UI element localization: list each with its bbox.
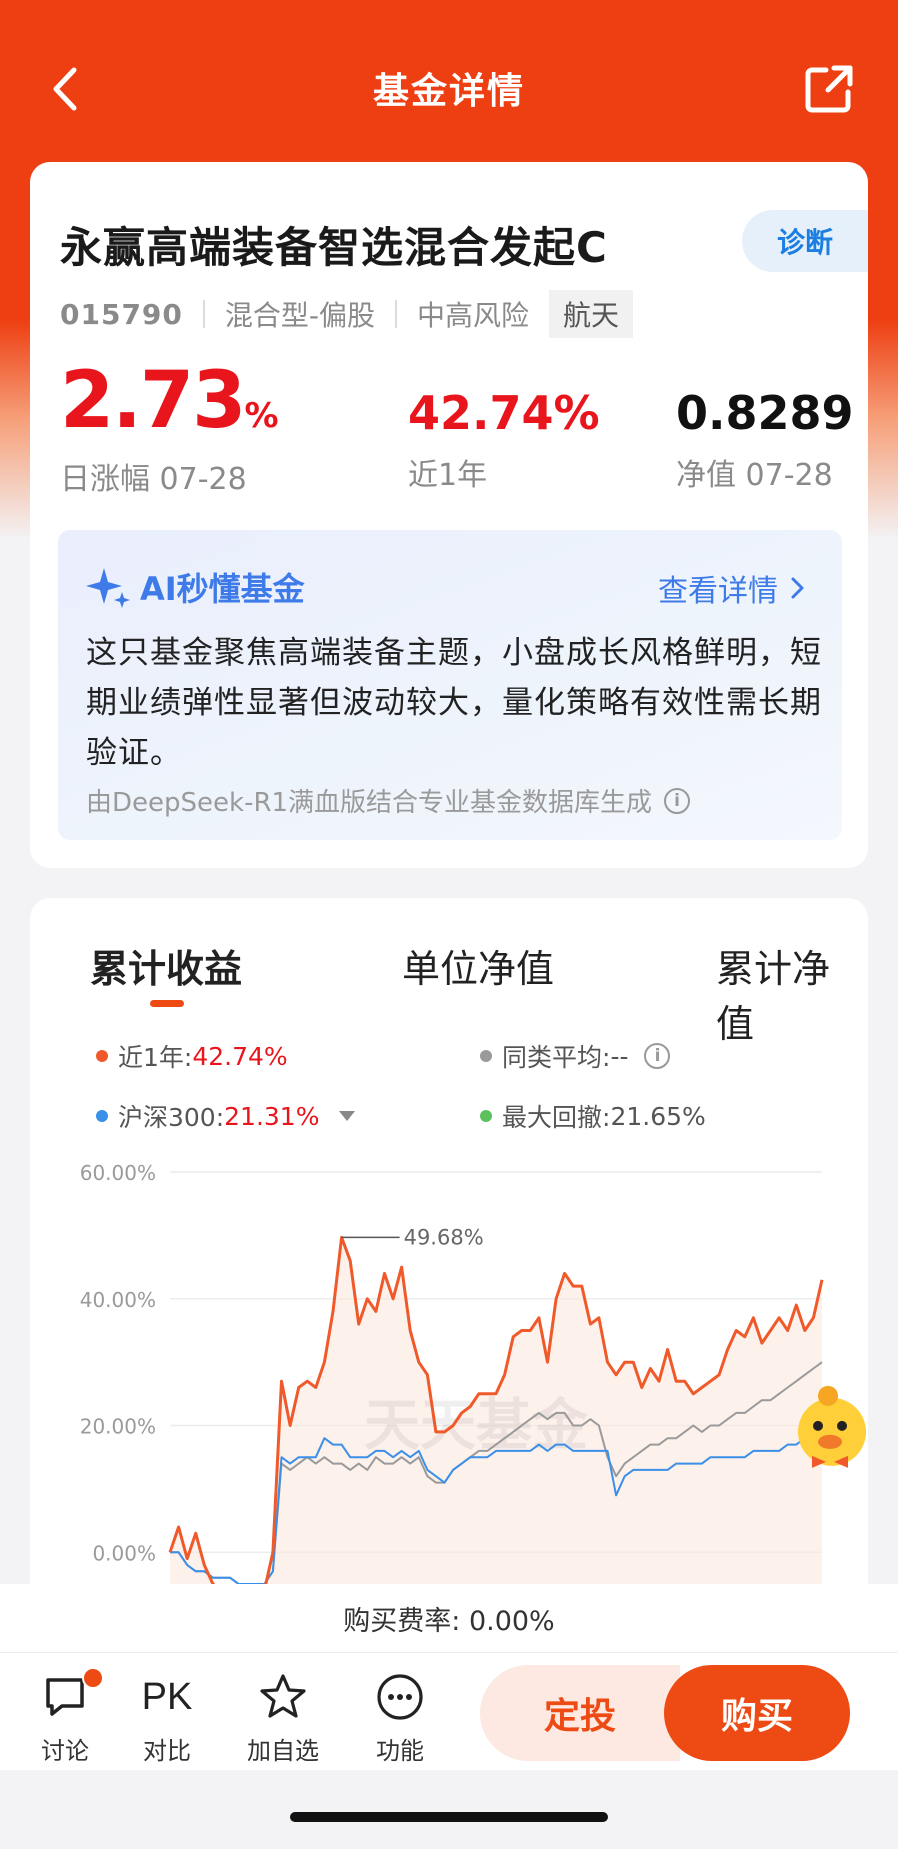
legend-index-label: 沪深300: — [118, 1103, 225, 1132]
nav-bar: 基金详情 — [0, 40, 898, 136]
home-indicator[interactable] — [290, 1812, 608, 1822]
sector-tag[interactable]: 航天 — [549, 290, 634, 338]
back-icon[interactable] — [40, 62, 94, 116]
more-icon — [377, 1674, 423, 1720]
purchase-fee-bar: 购买费率: 0.00% — [0, 1584, 898, 1652]
functions-button[interactable]: 功能 — [355, 1669, 445, 1766]
legend-avg-label: 同类平均: — [502, 1043, 611, 1072]
ai-source-text: 由DeepSeek-R1满血版结合专业基金数据库生成 — [86, 788, 653, 818]
compare-label: 对比 — [143, 1737, 191, 1765]
nav-value: 0.8289 — [676, 386, 854, 440]
legend-index-value: 21.31% — [224, 1101, 320, 1131]
legend-dot — [480, 1050, 492, 1062]
purchase-fee-text: 购买费率: 0.00% — [343, 1605, 555, 1637]
info-icon[interactable]: i — [664, 787, 691, 814]
percent-unit: % — [244, 396, 279, 436]
watchlist-label: 加自选 — [247, 1737, 319, 1765]
info-icon[interactable]: i — [644, 1043, 671, 1069]
chart-watermark: 天天基金 — [364, 1393, 589, 1459]
discuss-label: 讨论 — [41, 1737, 89, 1765]
nav-stat: 0.8289 净值 07-28 — [676, 362, 854, 494]
fund-meta: 015790 混合型-偏股 中高风险 航天 — [60, 290, 634, 338]
risk-level: 中高风险 — [417, 299, 530, 332]
fund-name: 永赢高端装备智选混合发起C — [60, 223, 608, 272]
legend-drawdown-label: 最大回撤: — [502, 1103, 611, 1132]
nav-label: 净值 07-28 — [676, 458, 833, 493]
ai-summary-box[interactable]: AI秒懂基金 查看详情 这只基金聚焦高端装备主题，小盘成长风格鲜明，短期业绩弹性… — [58, 530, 842, 840]
divider — [395, 300, 398, 328]
notification-badge — [82, 1667, 104, 1689]
legend-fund-value: 42.74% — [192, 1041, 288, 1071]
one-year-label: 近1年 — [408, 458, 488, 493]
y-tick-label: 20.00% — [80, 1415, 156, 1439]
chevron-right-icon — [791, 577, 804, 599]
legend-fund-label: 近1年: — [118, 1043, 193, 1072]
tab-accumulated-nav[interactable]: 累计净值 — [716, 938, 850, 1048]
ai-view-details-label: 查看详情 — [658, 574, 778, 609]
discuss-icon-wrap — [20, 1667, 110, 1725]
legend-avg-value: -- — [610, 1041, 629, 1071]
performance-chart-card: 累计收益 单位净值 累计净值 近1年: 42.74% 同类平均: -- i 沪深… — [30, 898, 868, 1698]
legend-dot — [480, 1110, 492, 1122]
y-tick-label: 60.00% — [80, 1161, 156, 1185]
legend-max-drawdown: 最大回撤: 21.65% — [480, 1098, 706, 1134]
chat-bubble-icon — [46, 1678, 84, 1716]
y-tick-label: 0.00% — [92, 1541, 156, 1565]
daily-change-stat: 2.73% 日涨幅 07-28 — [60, 362, 279, 498]
legend-dot — [96, 1110, 108, 1122]
page-title: 基金详情 — [372, 71, 525, 112]
diagnose-button[interactable]: 诊断 — [742, 210, 868, 272]
tab-unit-nav[interactable]: 单位净值 — [402, 938, 554, 993]
legend-category-average: 同类平均: -- i — [480, 1038, 671, 1074]
fund-summary-card: 永赢高端装备智选混合发起C 诊断 015790 混合型-偏股 中高风险 航天 2… — [30, 162, 868, 868]
peak-annotation-label: 49.68% — [404, 1225, 484, 1249]
legend-fund: 近1年: 42.74% — [96, 1038, 288, 1074]
discuss-button[interactable]: 讨论 — [20, 1667, 110, 1766]
compare-button[interactable]: PK 对比 — [122, 1669, 212, 1766]
star-icon — [260, 1674, 306, 1718]
fund-stats: 2.73% 日涨幅 07-28 42.74% 近1年 0.8289 净值 07-… — [60, 362, 860, 497]
ai-summary-header: AI秒懂基金 — [86, 564, 305, 610]
compare-icon-wrap: PK — [122, 1669, 212, 1725]
chart-tabs: 累计收益 单位净值 累计净值 — [60, 938, 850, 1046]
one-year-return: 42.74% — [408, 386, 600, 440]
functions-icon-wrap — [355, 1669, 445, 1725]
functions-label: 功能 — [376, 1737, 424, 1765]
add-watchlist-button[interactable]: 加自选 — [238, 1669, 328, 1766]
legend-dot — [96, 1050, 108, 1062]
one-year-stat: 42.74% 近1年 — [408, 362, 600, 494]
tab-cumulative-return[interactable]: 累计收益 — [90, 938, 242, 993]
home-indicator-area — [0, 1770, 898, 1849]
watchlist-icon-wrap — [238, 1669, 328, 1725]
ai-view-details-link[interactable]: 查看详情 — [658, 566, 806, 610]
fund-type: 混合型-偏股 — [224, 299, 376, 332]
sip-button[interactable]: 定投 — [480, 1665, 680, 1761]
legend-index[interactable]: 沪深300: 21.31% — [96, 1098, 356, 1134]
ai-source-note: 由DeepSeek-R1满血版结合专业基金数据库生成 i — [86, 782, 691, 819]
daily-change-value: 2.73% — [60, 356, 279, 446]
daily-change-label: 日涨幅 07-28 — [60, 462, 247, 497]
performance-chart[interactable]: 60.00% 40.00% 20.00% 0.00% 天天基金 49.68% — [30, 1158, 868, 1584]
active-tab-indicator — [150, 1000, 184, 1007]
share-icon[interactable] — [802, 62, 856, 116]
dropdown-caret-icon[interactable] — [339, 1111, 356, 1121]
ai-summary-title: AI秒懂基金 — [140, 570, 305, 608]
sparkle-icon — [86, 568, 130, 608]
y-tick-label: 40.00% — [80, 1288, 156, 1312]
buy-button[interactable]: 购买 — [664, 1665, 850, 1761]
pk-icon: PK — [141, 1675, 193, 1718]
ai-summary-text: 这只基金聚焦高端装备主题，小盘成长风格鲜明，短期业绩弹性显著但波动较大，量化策略… — [86, 635, 822, 771]
divider — [202, 300, 205, 328]
legend-drawdown-value: 21.65% — [610, 1101, 706, 1131]
bottom-action-bar: 讨论 PK 对比 加自选 功能 定投 购买 — [0, 1652, 898, 1770]
fund-code: 015790 — [60, 297, 183, 331]
